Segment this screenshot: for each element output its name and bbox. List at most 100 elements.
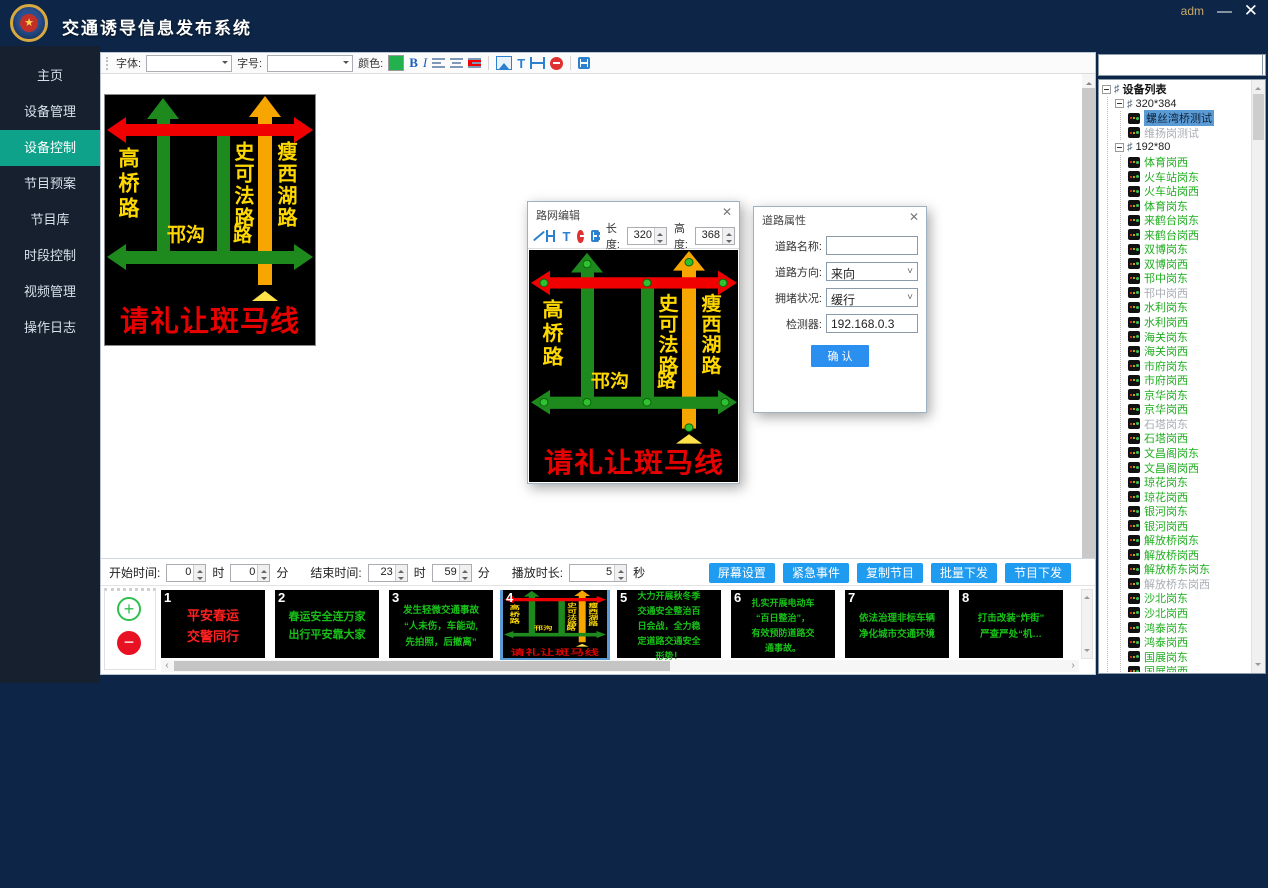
tree-device-item[interactable]: 琼花岗西 xyxy=(1128,489,1250,504)
tree-device-item[interactable]: 文昌阁岗西 xyxy=(1128,460,1250,475)
tree-device-item[interactable]: 国展岗东 xyxy=(1128,649,1250,664)
font-size-combobox[interactable] xyxy=(267,55,353,72)
close-icon[interactable]: ✕ xyxy=(909,211,919,223)
road-node-handle[interactable] xyxy=(719,279,728,287)
tree-group-1[interactable]: ♯192*80 xyxy=(1115,140,1250,155)
road-node-handle[interactable] xyxy=(643,398,652,406)
tree-device-item[interactable]: 沙北岗西 xyxy=(1128,606,1250,621)
minimize-icon[interactable]: — xyxy=(1217,3,1232,20)
tree-device-item[interactable]: 解放桥东岗西 xyxy=(1128,577,1250,592)
road-network-canvas[interactable]: 高桥路 史可法路 瘦西湖路 邗沟 路 请礼让斑马线 xyxy=(529,250,738,482)
road-name-field[interactable] xyxy=(826,236,918,255)
tree-device-item[interactable]: 邗中岗东 xyxy=(1128,271,1250,286)
tree-device-item[interactable]: 解放桥岗西 xyxy=(1128,548,1250,563)
tree-device-item[interactable]: 水利岗西 xyxy=(1128,315,1250,330)
close-icon[interactable]: ✕ xyxy=(722,206,732,218)
scroll-right-icon[interactable]: › xyxy=(1067,660,1079,672)
sidebar-item-1[interactable]: 设备管理 xyxy=(0,94,100,130)
tree-device-item[interactable]: 市府岗西 xyxy=(1128,373,1250,388)
italic-button[interactable]: I xyxy=(423,55,427,71)
tree-device-item[interactable]: 银河岗西 xyxy=(1128,518,1250,533)
collapse-icon[interactable] xyxy=(1115,99,1124,108)
sidebar-item-7[interactable]: 操作日志 xyxy=(0,310,100,346)
tree-device-item[interactable]: 石塔岗西 xyxy=(1128,431,1250,446)
tree-device-item[interactable]: 国展岗西 xyxy=(1128,664,1250,672)
tree-device-item[interactable]: 海关岗西 xyxy=(1128,344,1250,359)
road-node-handle[interactable] xyxy=(540,279,549,287)
remove-program-button[interactable]: − xyxy=(117,631,141,655)
program-send-button[interactable]: 节目下发 xyxy=(1005,563,1071,583)
tree-root[interactable]: ♯设备列表 xyxy=(1102,82,1250,97)
tree-device-item[interactable]: 来鹤台岗西 xyxy=(1128,227,1250,242)
tree-device-item[interactable]: 解放桥岗东 xyxy=(1128,533,1250,548)
tree-device-item[interactable]: 海关岗东 xyxy=(1128,329,1250,344)
text-tool-icon[interactable]: T xyxy=(517,56,525,71)
tree-device-item[interactable]: 沙北岗东 xyxy=(1128,591,1250,606)
length-stepper[interactable]: 320 xyxy=(627,227,667,245)
road-segment-icon[interactable] xyxy=(546,230,555,242)
scrollbar-thumb[interactable] xyxy=(1253,94,1264,140)
program-vertical-scrollbar[interactable] xyxy=(1081,589,1093,659)
tree-device-item[interactable]: 京华岗东 xyxy=(1128,387,1250,402)
duration-stepper[interactable]: 5 xyxy=(569,564,627,582)
tree-device-item[interactable]: 火车站岗西 xyxy=(1128,184,1250,199)
program-thumbnail-5[interactable]: 大力开展秋冬季交通安全整治百日会战，全力稳定道路交通安全形势！5 xyxy=(617,590,721,658)
sidebar-item-2[interactable]: 设备控制 xyxy=(0,130,100,166)
close-icon[interactable]: ✕ xyxy=(1244,1,1258,21)
tree-device-item[interactable]: 体育岗西 xyxy=(1128,155,1250,170)
road-node-handle[interactable] xyxy=(685,423,694,431)
end-minute-stepper[interactable]: 59 xyxy=(432,564,472,582)
tree-device-item[interactable]: 石塔岗东 xyxy=(1128,417,1250,432)
align-center-icon[interactable] xyxy=(450,58,463,68)
tree-device-item[interactable]: 市府岗东 xyxy=(1128,358,1250,373)
tree-device-item[interactable]: 琼花岗东 xyxy=(1128,475,1250,490)
tree-device-item[interactable]: 解放桥东岗东 xyxy=(1128,562,1250,577)
program-thumbnail-4[interactable]: 高桥路 史可法路 瘦西湖路 邗沟 路 请礼让斑马线 4 xyxy=(503,590,607,658)
collapse-icon[interactable] xyxy=(1102,85,1111,94)
road-direction-select[interactable]: 来向 xyxy=(826,262,918,281)
road-node-handle[interactable] xyxy=(540,398,549,406)
delete-icon[interactable] xyxy=(577,230,583,243)
end-hour-stepper[interactable]: 23 xyxy=(368,564,408,582)
height-stepper[interactable]: 368 xyxy=(695,227,735,245)
tree-vertical-scrollbar[interactable] xyxy=(1251,80,1265,673)
tree-device-item[interactable]: 螺丝湾桥测试 xyxy=(1128,111,1250,126)
program-thumbnail-3[interactable]: 发生轻微交通事故“人未伤，车能动,先拍照，后撤离”3 xyxy=(389,590,493,658)
tree-device-item[interactable]: 水利岗东 xyxy=(1128,300,1250,315)
search-icon[interactable] xyxy=(1263,54,1266,76)
program-horizontal-scrollbar[interactable]: ‹ › xyxy=(161,660,1079,672)
copy-program-button[interactable]: 复制节目 xyxy=(857,563,923,583)
font-combobox[interactable] xyxy=(146,55,232,72)
text-tool-icon[interactable]: T xyxy=(562,229,570,244)
align-left-icon[interactable] xyxy=(432,58,445,68)
sidebar-item-3[interactable]: 节目预案 xyxy=(0,166,100,202)
tree-device-item[interactable]: 银河岗东 xyxy=(1128,504,1250,519)
color-swatch[interactable] xyxy=(388,55,404,71)
road-node-handle[interactable] xyxy=(721,398,730,406)
batch-send-button[interactable]: 批量下发 xyxy=(931,563,997,583)
program-thumbnail-1[interactable]: 平安春运交警同行1 xyxy=(161,590,265,658)
tree-device-item[interactable]: 维扬岗测试 xyxy=(1128,126,1250,141)
sidebar-item-0[interactable]: 主页 xyxy=(0,58,100,94)
program-thumbnail-6[interactable]: 扎实开展电动车“百日整治”，有效预防道路交通事故。6 xyxy=(731,590,835,658)
road-node-handle[interactable] xyxy=(583,398,592,406)
road-node-handle[interactable] xyxy=(583,260,592,268)
sidebar-item-5[interactable]: 时段控制 xyxy=(0,238,100,274)
road-node-handle[interactable] xyxy=(643,279,652,287)
scroll-up-icon[interactable] xyxy=(1082,74,1095,88)
device-search-input[interactable] xyxy=(1098,54,1263,76)
canvas-vertical-scrollbar[interactable] xyxy=(1082,74,1095,558)
collapse-icon[interactable] xyxy=(1115,143,1124,152)
road-node-handle[interactable] xyxy=(685,258,694,266)
sidebar-item-6[interactable]: 视频管理 xyxy=(0,274,100,310)
program-thumbnail-2[interactable]: 春运安全连万家出行平安靠大家2 xyxy=(275,590,379,658)
sign-preview-frame[interactable]: 高桥路 史可法路 瘦西湖路 邗沟 路 请礼让斑马线 xyxy=(104,94,316,346)
start-minute-stepper[interactable]: 0 xyxy=(230,564,270,582)
draw-line-icon[interactable] xyxy=(532,230,539,242)
scroll-left-icon[interactable]: ‹ xyxy=(161,660,173,672)
emergency-event-button[interactable]: 紧急事件 xyxy=(783,563,849,583)
detector-field[interactable]: 192.168.0.3 xyxy=(826,314,918,333)
tree-group-0[interactable]: ♯320*384 xyxy=(1115,97,1250,112)
add-program-button[interactable]: + xyxy=(117,597,141,621)
congestion-select[interactable]: 缓行 xyxy=(826,288,918,307)
